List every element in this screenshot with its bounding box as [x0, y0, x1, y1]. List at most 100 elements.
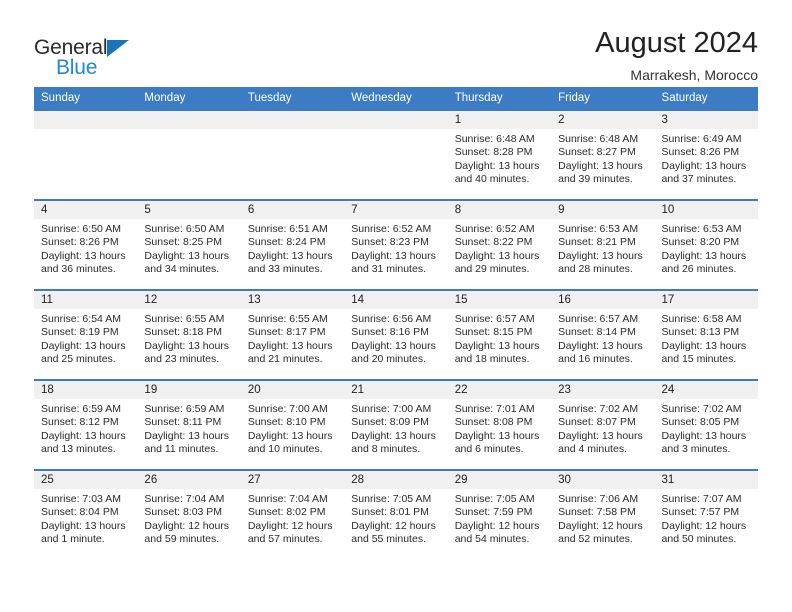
day-number: 27 — [240, 471, 345, 489]
day-sun-info: Sunrise: 7:04 AM Sunset: 8:03 PM Daylight:… — [137, 489, 240, 547]
calendar-day-cell[interactable]: 22 Sunrise: 7:01 AM Sunset: 8:08 PM Dayligh… — [447, 379, 552, 470]
info-line-sunrise: Sunrise: 6:57 AM — [454, 313, 535, 325]
calendar-day-cell[interactable]: 27 Sunrise: 7:04 AM Sunset: 8:02 PM Dayligh… — [240, 469, 345, 560]
calendar-day-cell[interactable]: 21 Sunrise: 7:00 AM Sunset: 8:09 PM Dayligh… — [344, 379, 448, 470]
info-line-daylight2: and 25 minutes. — [41, 353, 116, 366]
day-cell-inner: 29 Sunrise: 7:05 AM Sunset: 7:59 PM Dayligh… — [447, 471, 552, 560]
info-line-daylight2: and 8 minutes. — [351, 443, 421, 456]
info-line-daylight1: Daylight: 13 hours — [351, 339, 436, 352]
day-number: 29 — [447, 471, 552, 489]
info-line-daylight2: and 13 minutes. — [41, 443, 116, 456]
calendar-day-cell[interactable]: 10 Sunrise: 6:53 AM Sunset: 8:20 PM Dayligh… — [654, 199, 758, 290]
day-number: 10 — [654, 201, 758, 219]
info-line-daylight2: and 55 minutes. — [351, 533, 426, 546]
calendar-day-cell[interactable]: 17 Sunrise: 6:58 AM Sunset: 8:13 PM Dayligh… — [654, 289, 758, 380]
calendar-day-cell[interactable]: 2 Sunrise: 6:48 AM Sunset: 8:27 PM Daylight… — [551, 109, 655, 200]
calendar-day-cell[interactable]: 24 Sunrise: 7:02 AM Sunset: 8:05 PM Dayligh… — [654, 379, 758, 470]
day-cell-inner: 9 Sunrise: 6:53 AM Sunset: 8:21 PM Daylight… — [551, 201, 655, 289]
info-line-sunset: Sunset: 8:14 PM — [558, 326, 636, 339]
info-line-sunrise: Sunrise: 6:48 AM — [454, 133, 535, 145]
calendar-day-cell[interactable]: 16 Sunrise: 6:57 AM Sunset: 8:14 PM Dayligh… — [551, 289, 655, 380]
day-number: 12 — [137, 291, 241, 309]
page-title: August 2024 — [595, 27, 758, 59]
info-line-sunset: Sunset: 8:01 PM — [351, 506, 429, 519]
calendar-day-cell[interactable]: 1 Sunrise: 6:48 AM Sunset: 8:28 PM Daylight… — [447, 109, 552, 200]
info-line-daylight1: Daylight: 13 hours — [558, 159, 643, 172]
day-sun-info: Sunrise: 6:53 AM Sunset: 8:20 PM Daylight:… — [655, 219, 758, 277]
calendar-day-cell[interactable]: 14 Sunrise: 6:56 AM Sunset: 8:16 PM Dayligh… — [344, 289, 448, 380]
day-cell-inner: 16 Sunrise: 6:57 AM Sunset: 8:14 PM Dayligh… — [551, 291, 655, 379]
info-line-daylight1: Daylight: 13 hours — [558, 429, 643, 442]
info-line-sunrise: Sunrise: 7:01 AM — [454, 403, 535, 415]
calendar-day-cell[interactable]: 8 Sunrise: 6:52 AM Sunset: 8:22 PM Daylight… — [447, 199, 552, 290]
info-line-daylight1: Daylight: 13 hours — [247, 339, 333, 352]
info-line-sunrise: Sunrise: 6:57 AM — [558, 313, 639, 325]
day-number: 16 — [551, 291, 655, 309]
calendar-day-cell[interactable]: 29 Sunrise: 7:05 AM Sunset: 7:59 PM Dayligh… — [447, 469, 552, 560]
calendar-day-cell[interactable]: 4 Sunrise: 6:50 AM Sunset: 8:26 PM Daylight… — [34, 199, 138, 290]
weekday-header-saturday: Saturday — [654, 87, 758, 110]
info-line-daylight2: and 57 minutes. — [247, 533, 323, 546]
info-line-sunrise: Sunrise: 7:05 AM — [454, 493, 535, 505]
calendar-day-cell[interactable]: 28 Sunrise: 7:05 AM Sunset: 8:01 PM Dayligh… — [344, 469, 448, 560]
calendar-day-cell[interactable]: 13 Sunrise: 6:55 AM Sunset: 8:17 PM Dayligh… — [240, 289, 345, 380]
weekday-header-tuesday: Tuesday — [240, 87, 345, 110]
brand-logo[interactable]: General Blue — [34, 28, 130, 78]
calendar-day-cell[interactable]: 9 Sunrise: 6:53 AM Sunset: 8:21 PM Daylight… — [551, 199, 655, 290]
location-subtitle: Marrakesh, Morocco — [630, 67, 758, 84]
info-line-daylight1: Daylight: 12 hours — [661, 519, 747, 532]
calendar-day-cell[interactable]: 18 Sunrise: 6:59 AM Sunset: 8:12 PM Dayligh… — [34, 379, 138, 470]
day-sun-info: Sunrise: 6:51 AM Sunset: 8:24 PM Daylight:… — [241, 219, 344, 277]
calendar-day-cell[interactable]: 26 Sunrise: 7:04 AM Sunset: 8:03 PM Dayligh… — [137, 469, 241, 560]
calendar-day-cell[interactable]: 15 Sunrise: 6:57 AM Sunset: 8:15 PM Dayligh… — [447, 289, 552, 380]
calendar-day-cell[interactable]: 6 Sunrise: 6:51 AM Sunset: 8:24 PM Daylight… — [240, 199, 345, 290]
info-line-sunrise: Sunrise: 6:52 AM — [454, 223, 535, 235]
day-number: 15 — [447, 291, 552, 309]
info-line-daylight1: Daylight: 13 hours — [661, 159, 747, 172]
info-line-sunrise: Sunrise: 7:04 AM — [144, 493, 225, 505]
info-line-daylight2: and 21 minutes. — [247, 353, 323, 366]
calendar-week-row: 18 Sunrise: 6:59 AM Sunset: 8:12 PM Dayligh… — [34, 379, 758, 470]
day-cell-inner: 8 Sunrise: 6:52 AM Sunset: 8:22 PM Daylight… — [447, 201, 552, 289]
calendar-day-cell[interactable]: 25 Sunrise: 7:03 AM Sunset: 8:04 PM Dayligh… — [34, 469, 138, 560]
day-sun-info: Sunrise: 7:04 AM Sunset: 8:02 PM Daylight:… — [241, 489, 344, 547]
calendar-day-cell[interactable]: 3 Sunrise: 6:49 AM Sunset: 8:26 PM Daylight… — [654, 109, 758, 200]
weekday-header-monday: Monday — [137, 87, 241, 110]
day-number: 17 — [654, 291, 758, 309]
info-line-daylight1: Daylight: 13 hours — [661, 249, 747, 262]
info-line-sunrise: Sunrise: 6:53 AM — [558, 223, 639, 235]
calendar-day-cell[interactable]: 19 Sunrise: 6:59 AM Sunset: 8:11 PM Dayligh… — [137, 379, 241, 470]
info-line-sunrise: Sunrise: 7:02 AM — [558, 403, 639, 415]
info-line-daylight2: and 37 minutes. — [661, 173, 737, 186]
info-line-daylight1: Daylight: 13 hours — [661, 429, 747, 442]
day-sun-info: Sunrise: 6:59 AM Sunset: 8:12 PM Daylight:… — [34, 399, 137, 457]
day-cell-inner: 31 Sunrise: 7:07 AM Sunset: 7:57 PM Dayligh… — [654, 471, 758, 560]
calendar-cell-empty — [34, 109, 138, 200]
calendar-day-cell[interactable]: 23 Sunrise: 7:02 AM Sunset: 8:07 PM Dayligh… — [551, 379, 655, 470]
calendar-day-cell[interactable]: 5 Sunrise: 6:50 AM Sunset: 8:25 PM Daylight… — [137, 199, 241, 290]
calendar-day-cell[interactable]: 30 Sunrise: 7:06 AM Sunset: 7:58 PM Dayligh… — [551, 469, 655, 560]
info-line-daylight1: Daylight: 13 hours — [41, 519, 126, 532]
day-number: 7 — [344, 201, 448, 219]
info-line-daylight2: and 59 minutes. — [144, 533, 220, 546]
info-line-sunrise: Sunrise: 7:02 AM — [661, 403, 742, 415]
info-line-daylight1: Daylight: 13 hours — [247, 249, 333, 262]
calendar-day-cell[interactable]: 7 Sunrise: 6:52 AM Sunset: 8:23 PM Daylight… — [344, 199, 448, 290]
info-line-sunset: Sunset: 8:23 PM — [351, 236, 429, 249]
info-line-daylight1: Daylight: 13 hours — [41, 429, 126, 442]
day-sun-info: Sunrise: 6:57 AM Sunset: 8:14 PM Daylight:… — [551, 309, 654, 367]
info-line-daylight1: Daylight: 12 hours — [144, 519, 230, 532]
info-line-sunset: Sunset: 7:58 PM — [558, 506, 636, 519]
info-line-sunset: Sunset: 8:25 PM — [144, 236, 223, 249]
day-number — [34, 111, 138, 129]
calendar-day-cell[interactable]: 20 Sunrise: 7:00 AM Sunset: 8:10 PM Dayligh… — [240, 379, 345, 470]
info-line-daylight1: Daylight: 12 hours — [558, 519, 643, 532]
calendar-day-cell[interactable]: 12 Sunrise: 6:55 AM Sunset: 8:18 PM Dayligh… — [137, 289, 241, 380]
info-line-daylight2: and 52 minutes. — [558, 533, 633, 546]
day-cell-inner: 13 Sunrise: 6:55 AM Sunset: 8:17 PM Dayligh… — [240, 291, 345, 379]
day-number: 2 — [551, 111, 655, 129]
info-line-sunset: Sunset: 8:21 PM — [558, 236, 636, 249]
calendar-day-cell[interactable]: 31 Sunrise: 7:07 AM Sunset: 7:57 PM Dayligh… — [654, 469, 758, 560]
calendar-day-cell[interactable]: 11 Sunrise: 6:54 AM Sunset: 8:19 PM Dayligh… — [34, 289, 138, 380]
page-header: General Blue August 2024 Marrakesh, Moro… — [0, 0, 792, 84]
